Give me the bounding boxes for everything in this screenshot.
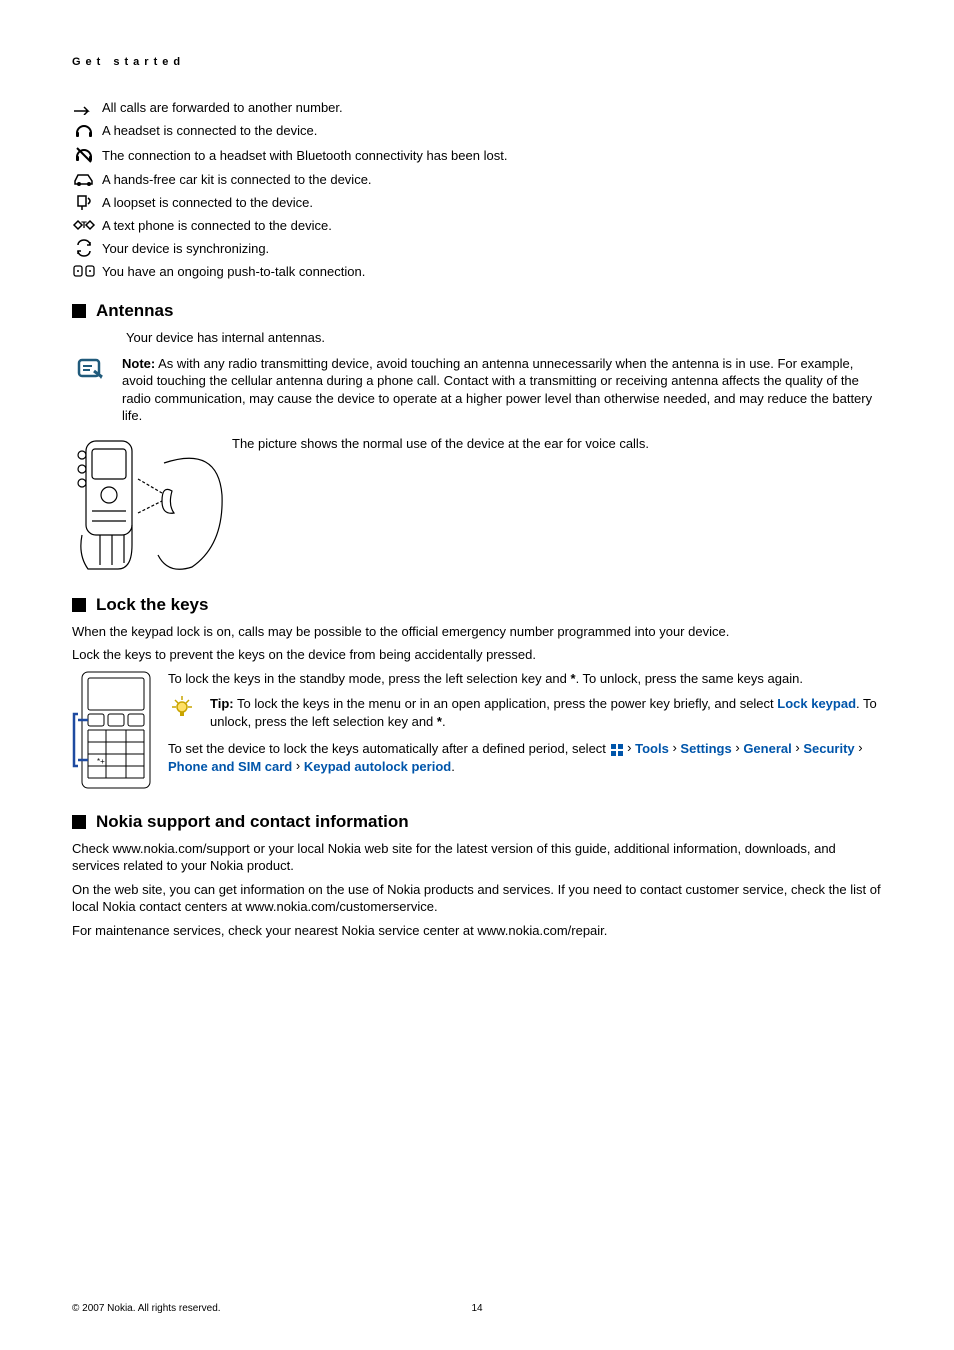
section-heading-support: Nokia support and contact information	[72, 812, 882, 832]
ptt-icon	[72, 263, 96, 279]
svg-text:T: T	[81, 220, 87, 230]
headset-lost-icon	[72, 145, 96, 165]
tip-body: Tip: To lock the keys in the menu or in …	[196, 695, 882, 730]
section-title: Lock the keys	[96, 595, 208, 615]
section-heading-lock: Lock the keys	[72, 595, 882, 615]
antennas-intro: Your device has internal antennas.	[126, 329, 882, 347]
chevron-icon: ›	[795, 739, 799, 757]
indicator-row: All calls are forwarded to another numbe…	[72, 100, 882, 115]
menu-key-icon	[610, 743, 624, 757]
indicator-text: A loopset is connected to the device.	[102, 195, 313, 210]
note-text: As with any radio transmitting device, a…	[122, 356, 872, 424]
tip-label: Tip:	[210, 696, 234, 711]
section-bullet-icon	[72, 598, 86, 612]
lock-row: *+ To lock the keys in the standby mode,…	[72, 670, 882, 790]
phone-ear-illustration	[72, 435, 232, 575]
indicator-row: A headset is connected to the device.	[72, 121, 882, 139]
copyright: © 2007 Nokia. All rights reserved.	[72, 1303, 221, 1314]
menu-link: Lock keypad	[777, 696, 856, 711]
support-p1: Check www.nokia.com/support or your loca…	[72, 840, 882, 875]
menu-link: Security	[803, 741, 854, 756]
lock-p3-b: . To unlock, press the same keys again.	[576, 671, 803, 686]
phone-keypad-illustration: *+	[72, 670, 160, 790]
indicator-text: A hands-free car kit is connected to the…	[102, 172, 372, 187]
support-p2: On the web site, you can get information…	[72, 881, 882, 916]
note-icon	[72, 355, 122, 425]
menu-link: Settings	[680, 741, 731, 756]
tip-text-a: To lock the keys in the menu or in an op…	[237, 696, 777, 711]
sync-icon	[72, 239, 96, 257]
page-number: 14	[471, 1303, 482, 1314]
lock-body: To lock the keys in the standby mode, pr…	[168, 670, 882, 790]
antenna-caption: The picture shows the normal use of the …	[232, 435, 882, 453]
textphone-icon: T	[72, 217, 96, 233]
section-title: Nokia support and contact information	[96, 812, 409, 832]
indicator-text: Your device is synchronizing.	[102, 241, 269, 256]
page-header: Get started	[72, 56, 882, 68]
section-bullet-icon	[72, 304, 86, 318]
chevron-icon: ›	[672, 739, 676, 757]
lock-p2: Lock the keys to prevent the keys on the…	[72, 646, 882, 664]
lock-p1: When the keypad lock is on, calls may be…	[72, 623, 882, 641]
chevron-icon: ›	[858, 739, 862, 757]
page: Get started All calls are forwarded to a…	[0, 0, 954, 1350]
lock-p4-end: .	[451, 759, 455, 774]
indicator-text: All calls are forwarded to another numbe…	[102, 100, 343, 115]
indicator-row: The connection to a headset with Bluetoo…	[72, 145, 882, 165]
lock-p3-a: To lock the keys in the standby mode, pr…	[168, 671, 571, 686]
lock-p4-a: To set the device to lock the keys autom…	[168, 741, 610, 756]
section-title: Antennas	[96, 301, 173, 321]
page-footer: © 2007 Nokia. All rights reserved. 14	[72, 1303, 882, 1314]
car-kit-icon	[72, 171, 96, 187]
headset-icon	[72, 121, 96, 139]
note-body: Note: As with any radio transmitting dev…	[122, 355, 882, 425]
menu-link: Keypad autolock period	[304, 759, 451, 774]
menu-link: Phone and SIM card	[168, 759, 292, 774]
indicator-text: You have an ongoing push-to-talk connect…	[102, 264, 365, 279]
menu-link: General	[743, 741, 791, 756]
section-heading-antennas: Antennas	[72, 301, 882, 321]
forward-arrow-icon	[72, 101, 96, 115]
tip-row: Tip: To lock the keys in the menu or in …	[168, 695, 882, 730]
indicator-row: A hands-free car kit is connected to the…	[72, 171, 882, 187]
note-label: Note:	[122, 356, 155, 371]
note-block: Note: As with any radio transmitting dev…	[72, 355, 882, 425]
indicator-row: A loopset is connected to the device.	[72, 193, 882, 211]
indicator-row: T A text phone is connected to the devic…	[72, 217, 882, 233]
chevron-icon: ›	[735, 739, 739, 757]
chevron-icon: ›	[627, 739, 631, 757]
indicator-row: Your device is synchronizing.	[72, 239, 882, 257]
indicator-text: The connection to a headset with Bluetoo…	[102, 148, 507, 163]
indicator-text: A text phone is connected to the device.	[102, 218, 332, 233]
section-bullet-icon	[72, 815, 86, 829]
indicator-text: A headset is connected to the device.	[102, 123, 317, 138]
lock-p4: To set the device to lock the keys autom…	[168, 740, 882, 775]
support-p3: For maintenance services, check your nea…	[72, 922, 882, 940]
tip-icon	[168, 695, 196, 730]
indicator-list: All calls are forwarded to another numbe…	[72, 100, 882, 279]
loopset-icon	[72, 193, 96, 211]
indicator-row: You have an ongoing push-to-talk connect…	[72, 263, 882, 279]
chevron-icon: ›	[296, 757, 300, 775]
tip-text-c: .	[442, 714, 446, 729]
antenna-illustration-row: The picture shows the normal use of the …	[72, 435, 882, 575]
svg-text:*+: *+	[97, 757, 105, 766]
lock-p3: To lock the keys in the standby mode, pr…	[168, 670, 882, 688]
menu-link: Tools	[635, 741, 669, 756]
